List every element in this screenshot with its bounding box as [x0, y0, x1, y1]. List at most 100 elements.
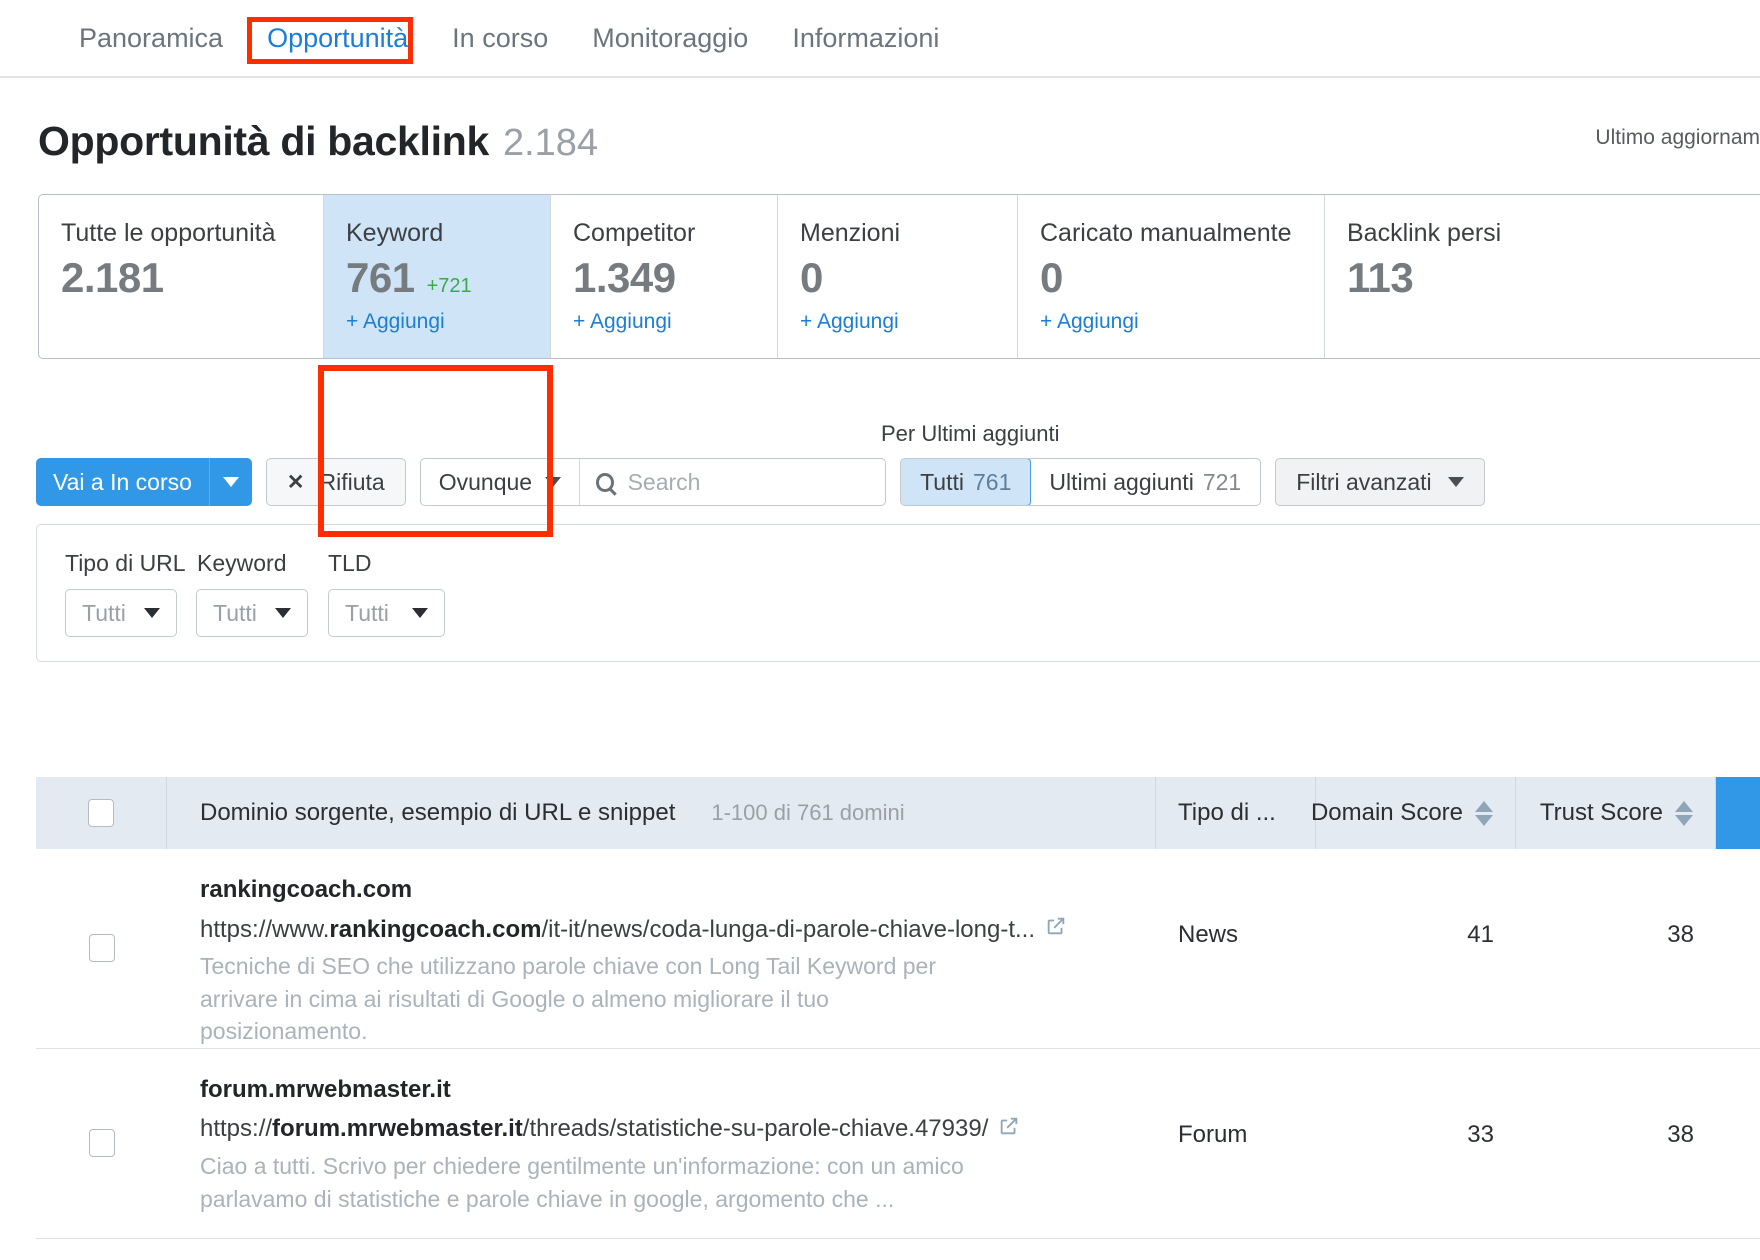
row-trust-score: 38 [1667, 1120, 1694, 1148]
opportunities-table: Dominio sorgente, esempio di URL e snipp… [36, 777, 1760, 1239]
app-page: Panoramica Opportunità In corso Monitora… [0, 0, 1760, 1260]
card-add-link[interactable]: + Aggiungi [573, 310, 755, 334]
page-title-count: 2.184 [502, 122, 599, 164]
filter-label-tld: TLD [328, 550, 372, 576]
segment-ultimi-count: 721 [1202, 468, 1242, 495]
chevron-down-icon [275, 608, 291, 618]
tab-panoramica[interactable]: Panoramica [57, 0, 245, 77]
row-domain: rankingcoach.com [200, 876, 413, 903]
reject-button[interactable]: ✕ Rifiuta [265, 458, 406, 506]
card-competitor[interactable]: Competitor 1.349 + Aggiungi [551, 195, 778, 358]
table-row[interactable]: rankingcoach.com https://www.rankingcoac… [36, 849, 1760, 1049]
filter-toolbar: Vai a In corso ✕ Rifiuta Ovunque Tutti 7… [36, 458, 1485, 506]
page-header: Opportunità di backlink 2.184 Ultimo agg… [0, 78, 1760, 165]
row-url-domain: rankingcoach.com [329, 915, 542, 943]
row-accent-spacer [1716, 1049, 1760, 1238]
segment-ultimi-aggiunti[interactable]: Ultimi aggiunti 721 [1030, 459, 1260, 505]
pagination-info: 1-100 di 761 domini [711, 800, 905, 825]
go-in-progress-dropdown-button[interactable] [210, 458, 252, 506]
column-header-type[interactable]: Tipo di ... [1156, 777, 1316, 849]
row-select-cell [36, 849, 167, 1048]
row-type: Forum [1178, 1120, 1248, 1148]
search-field [580, 459, 885, 505]
chevron-down-icon [144, 608, 160, 618]
segment-ultimi-label: Ultimi aggiunti [1049, 468, 1194, 495]
row-main-cell: rankingcoach.com https://www.rankingcoac… [167, 849, 1156, 1048]
filter-selects: Tutti Tutti Tutti [37, 577, 1760, 637]
go-in-progress-button[interactable]: Vai a In corso [36, 458, 210, 506]
external-link-icon[interactable] [998, 1115, 1020, 1144]
sort-segmented-control: Tutti 761 Ultimi aggiunti 721 [900, 458, 1262, 506]
table-header-main: Dominio sorgente, esempio di URL e snipp… [167, 777, 1156, 849]
card-label: Keyword [346, 219, 444, 247]
card-label: Tutte le opportunità [61, 219, 276, 247]
card-delta: +721 [426, 275, 472, 297]
advanced-filter-panel: Tipo di URL Keyword TLD Tutti Tutti Tutt… [36, 524, 1760, 662]
sort-arrows-icon[interactable] [1675, 800, 1693, 826]
card-value: 0 [800, 254, 823, 301]
card-add-link[interactable]: + Aggiungi [346, 310, 528, 334]
row-accent-spacer [1716, 849, 1760, 1048]
card-add-link[interactable]: + Aggiungi [800, 310, 995, 334]
filter-select-keyword[interactable]: Tutti [196, 589, 308, 637]
row-checkbox[interactable] [88, 934, 115, 963]
column-header-type-label: Tipo di ... [1178, 799, 1276, 826]
tab-monitoraggio[interactable]: Monitoraggio [570, 0, 770, 77]
tab-opportunita[interactable]: Opportunità [245, 0, 430, 77]
card-label: Competitor [573, 219, 696, 247]
filter-select-tipo-di-url[interactable]: Tutti [65, 589, 177, 637]
reject-button-label: Rifiuta [319, 468, 385, 495]
card-tutte-le-opportunita[interactable]: Tutte le opportunità 2.181 [39, 195, 324, 358]
stat-cards: Tutte le opportunità 2.181 Keyword 761 +… [38, 194, 1760, 359]
row-checkbox[interactable] [88, 1129, 115, 1158]
filter-select-value: Tutti [213, 599, 257, 626]
column-header-trust-score[interactable]: Trust Score [1516, 777, 1716, 849]
column-header-domain-score[interactable]: Domain Score [1311, 777, 1516, 849]
chevron-down-icon [545, 477, 562, 487]
card-keyword[interactable]: Keyword 761 +721 + Aggiungi [324, 195, 551, 358]
go-in-progress-group: Vai a In corso [36, 458, 252, 506]
row-snippet: Tecniche di SEO che utilizzano parole ch… [200, 953, 936, 1045]
card-backlink-persi[interactable]: Backlink persi 113 [1325, 195, 1625, 358]
card-caricato-manualmente[interactable]: Caricato manualmente 0 + Aggiungi [1018, 195, 1325, 358]
row-url-path: /it-it/news/coda-lunga-di-parole-chiave-… [541, 915, 1035, 943]
filter-select-value: Tutti [345, 599, 389, 626]
row-snippet: Ciao a tutti. Scrivo per chiedere gentil… [200, 1152, 964, 1212]
close-icon: ✕ [286, 470, 305, 494]
segment-tutti-count: 761 [972, 468, 1012, 495]
card-value: 2.181 [61, 254, 164, 301]
external-link-icon[interactable] [1045, 915, 1067, 944]
filter-select-value: Tutti [82, 599, 126, 626]
sort-arrows-icon[interactable] [1475, 800, 1493, 826]
table-row[interactable]: forum.mrwebmaster.it https://forum.mrweb… [36, 1049, 1760, 1239]
card-add-link[interactable]: + Aggiungi [1040, 310, 1302, 334]
column-header-domain: Dominio sorgente, esempio di URL e snipp… [200, 799, 676, 826]
last-update-label: Ultimo aggiornam [1595, 126, 1760, 149]
select-all-cell [36, 777, 167, 849]
card-value: 1.349 [573, 254, 676, 301]
tab-informazioni[interactable]: Informazioni [770, 0, 961, 77]
row-url[interactable]: https://forum.mrwebmaster.it/threads/sta… [200, 1115, 1156, 1144]
row-type: News [1178, 921, 1239, 948]
segment-tutti[interactable]: Tutti 761 [901, 459, 1032, 505]
search-icon [596, 472, 614, 492]
segment-tutti-label: Tutti [920, 468, 964, 495]
select-all-checkbox[interactable] [88, 799, 114, 827]
stat-cards-wrap: Tutte le opportunità 2.181 Keyword 761 +… [0, 165, 1760, 537]
card-value: 761 [346, 254, 415, 301]
row-main-cell: forum.mrwebmaster.it https://forum.mrweb… [167, 1049, 1156, 1238]
card-menzioni[interactable]: Menzioni 0 + Aggiungi [778, 195, 1018, 358]
card-value: 0 [1040, 254, 1063, 301]
row-trust-score: 38 [1667, 921, 1694, 948]
advanced-filters-button[interactable]: Filtri avanzati [1275, 458, 1485, 506]
row-url-prefix: https://www. [200, 915, 330, 943]
main-tabbar: Panoramica Opportunità In corso Monitora… [0, 0, 1760, 78]
filter-select-tld[interactable]: Tutti [328, 589, 445, 637]
filter-label-keyword: Keyword [197, 550, 287, 576]
search-input[interactable] [627, 468, 870, 496]
chevron-down-icon [222, 477, 239, 487]
sort-by-label: Per Ultimi aggiunti [881, 421, 1060, 446]
tab-in-corso[interactable]: In corso [430, 0, 570, 77]
row-url[interactable]: https://www.rankingcoach.com/it-it/news/… [200, 915, 1156, 944]
search-scope-dropdown[interactable]: Ovunque [421, 459, 581, 505]
